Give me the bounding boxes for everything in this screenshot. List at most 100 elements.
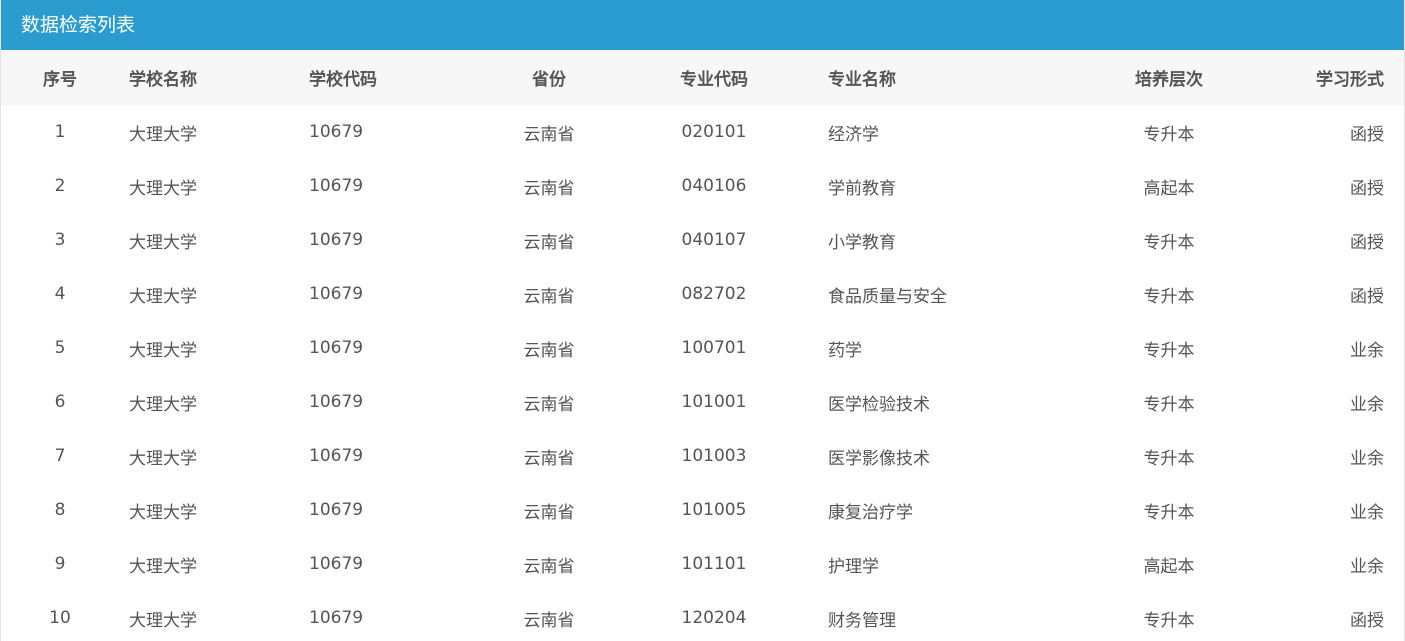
cell-major-code: 101101 [681,554,747,574]
cell-serial: 3 [54,230,66,250]
header-school-code: 学校代码 [309,70,377,90]
cell-level: 专升本 [1143,448,1195,469]
table-row: 6 大理大学 10679 云南省 101001 医学检验技术 专升本 业余 [1,375,1404,429]
cell-province: 云南省 [523,394,575,415]
cell-province: 云南省 [523,286,575,307]
cell-major-name: 医学影像技术 [828,448,930,469]
cell-major-name: 食品质量与安全 [828,286,947,307]
table-row: 5 大理大学 10679 云南省 100701 药学 专升本 业余 [1,321,1404,375]
cell-school-name: 大理大学 [129,340,197,361]
header-level: 培养层次 [1135,70,1203,90]
header-major-code: 专业代码 [680,70,748,90]
cell-major-name: 康复治疗学 [828,502,913,523]
cell-study-form: 函授 [1350,124,1384,145]
cell-school-code: 10679 [309,338,364,358]
cell-study-form: 业余 [1350,502,1384,523]
cell-serial: 7 [54,446,66,466]
cell-major-code: 082702 [681,284,747,304]
cell-school-code: 10679 [309,500,364,520]
cell-major-name: 药学 [828,340,862,361]
cell-major-code: 101003 [681,446,747,466]
cell-major-code: 101005 [681,500,747,520]
cell-school-code: 10679 [309,122,364,142]
cell-level: 专升本 [1143,502,1195,523]
cell-major-name: 小学教育 [828,232,896,253]
cell-serial: 8 [54,500,66,520]
cell-school-code: 10679 [309,608,364,628]
table-row: 10 大理大学 10679 云南省 120204 财务管理 专升本 函授 [1,591,1404,641]
cell-level: 专升本 [1143,124,1195,145]
cell-major-name: 医学检验技术 [828,394,930,415]
cell-level: 高起本 [1143,556,1195,577]
cell-province: 云南省 [523,610,575,631]
cell-major-code: 101001 [681,392,747,412]
cell-serial: 9 [54,554,66,574]
table-row: 7 大理大学 10679 云南省 101003 医学影像技术 专升本 业余 [1,429,1404,483]
cell-school-name: 大理大学 [129,448,197,469]
cell-province: 云南省 [523,556,575,577]
cell-serial: 1 [54,122,66,142]
cell-serial: 10 [49,608,71,628]
cell-school-name: 大理大学 [129,232,197,253]
header-row: 序号 学校名称 学校代码 省份 专业代码 专业名称 培养层次 学习形式 [1,50,1404,105]
cell-study-form: 业余 [1350,556,1384,577]
cell-level: 专升本 [1143,394,1195,415]
header-major-name: 专业名称 [828,70,896,90]
cell-school-name: 大理大学 [129,394,197,415]
cell-study-form: 函授 [1350,286,1384,307]
cell-school-name: 大理大学 [129,502,197,523]
table-header: 序号 学校名称 学校代码 省份 专业代码 专业名称 培养层次 学习形式 [1,50,1404,105]
cell-major-name: 护理学 [828,556,879,577]
cell-school-name: 大理大学 [129,124,197,145]
cell-major-name: 经济学 [828,124,879,145]
cell-province: 云南省 [523,124,575,145]
cell-major-name: 财务管理 [828,610,896,631]
cell-province: 云南省 [523,178,575,199]
panel-title: 数据检索列表 [1,0,1404,50]
cell-province: 云南省 [523,502,575,523]
cell-school-code: 10679 [309,392,364,412]
cell-level: 专升本 [1143,286,1195,307]
cell-study-form: 业余 [1350,448,1384,469]
table-body: 1 大理大学 10679 云南省 020101 经济学 专升本 函授 2 大理大学 10679 云南省… [1,105,1404,641]
cell-serial: 2 [54,176,66,196]
cell-province: 云南省 [523,340,575,361]
cell-major-code: 120204 [681,608,747,628]
table-row: 2 大理大学 10679 云南省 040106 学前教育 高起本 函授 [1,159,1404,213]
cell-school-name: 大理大学 [129,286,197,307]
table-row: 9 大理大学 10679 云南省 101101 护理学 高起本 业余 [1,537,1404,591]
cell-study-form: 函授 [1350,610,1384,631]
cell-serial: 6 [54,392,66,412]
results-table: 序号 学校名称 学校代码 省份 专业代码 专业名称 培养层次 学习形式 1 大理大… [1,50,1404,641]
table-row: 3 大理大学 10679 云南省 040107 小学教育 专升本 函授 [1,213,1404,267]
cell-level: 专升本 [1143,232,1195,253]
cell-school-code: 10679 [309,284,364,304]
cell-major-code: 020101 [681,122,747,142]
header-province: 省份 [532,70,566,90]
table-row: 8 大理大学 10679 云南省 101005 康复治疗学 专升本 业余 [1,483,1404,537]
cell-major-name: 学前教育 [828,178,896,199]
table-row: 4 大理大学 10679 云南省 082702 食品质量与安全 专升本 函授 [1,267,1404,321]
table-row: 1 大理大学 10679 云南省 020101 经济学 专升本 函授 [1,105,1404,159]
cell-level: 专升本 [1143,340,1195,361]
cell-serial: 4 [54,284,66,304]
cell-serial: 5 [54,338,66,358]
header-study-form: 学习形式 [1316,70,1384,90]
cell-study-form: 函授 [1350,232,1384,253]
cell-level: 专升本 [1143,610,1195,631]
cell-study-form: 业余 [1350,340,1384,361]
cell-school-name: 大理大学 [129,556,197,577]
cell-school-code: 10679 [309,230,364,250]
cell-province: 云南省 [523,232,575,253]
cell-level: 高起本 [1143,178,1195,199]
cell-province: 云南省 [523,448,575,469]
cell-school-name: 大理大学 [129,610,197,631]
data-search-panel: 数据检索列表 序号 学校名称 学校代码 省份 专业代码 专业名称 培养层次 学习… [0,0,1405,641]
cell-major-code: 100701 [681,338,747,358]
cell-study-form: 函授 [1350,178,1384,199]
cell-school-code: 10679 [309,446,364,466]
cell-major-code: 040106 [681,176,747,196]
cell-school-code: 10679 [309,554,364,574]
cell-school-name: 大理大学 [129,178,197,199]
cell-major-code: 040107 [681,230,747,250]
